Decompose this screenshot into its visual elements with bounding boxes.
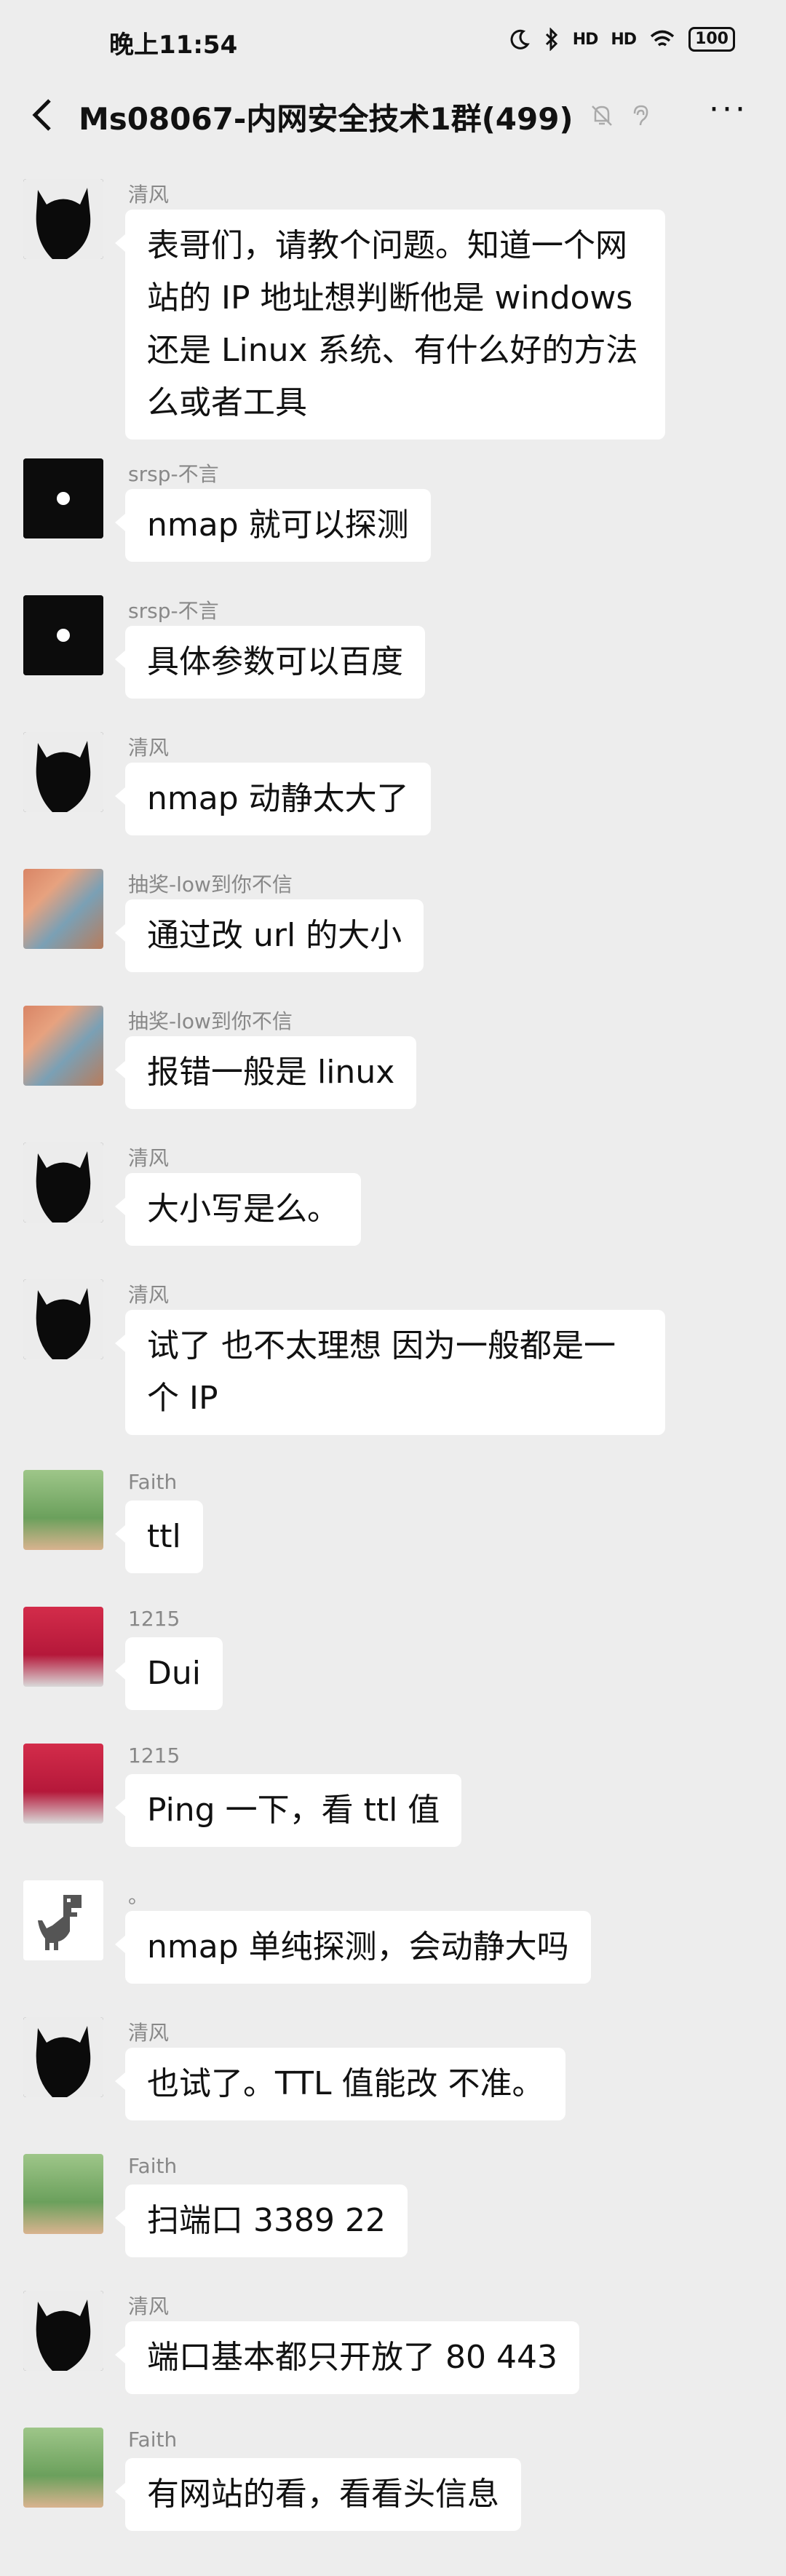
moon-icon [510, 29, 530, 49]
dark-dot-avatar[interactable] [23, 458, 103, 538]
message-bubble[interactable]: 大小写是么。 [115, 1173, 361, 1246]
ear-icon [633, 105, 648, 126]
signal-icon: HD [572, 30, 599, 49]
message-bubble[interactable]: 具体参数可以百度 [115, 626, 425, 699]
message-bubble[interactable]: nmap 单纯探测，会动静大吗 [115, 1911, 591, 1984]
sender-name: 清风 [128, 183, 170, 207]
back-arrow-icon[interactable] [25, 95, 61, 135]
message-bubble[interactable]: 端口基本都只开放了 80 443 [115, 2321, 579, 2394]
sender-name: 1215 [128, 1607, 180, 1631]
mute-bell-icon [592, 106, 612, 126]
red-avatar[interactable] [23, 1607, 103, 1687]
black-cat-avatar[interactable] [23, 732, 103, 812]
wifi-icon [650, 30, 675, 47]
sender-name: 清风 [128, 1146, 170, 1170]
message-bubble[interactable]: nmap 就可以探测 [115, 489, 431, 562]
sender-name: srsp-不言 [128, 599, 219, 623]
sender-name: 清风 [128, 2294, 170, 2318]
sender-name: Faith [128, 1470, 178, 1494]
black-cat-avatar[interactable] [23, 2291, 103, 2371]
status-bar: 晚上11:54 HD HD 100 [0, 0, 786, 86]
status-icons: HD HD 100 [509, 25, 735, 54]
message-bubble[interactable]: 报错一般是 linux [114, 1036, 417, 1109]
baby-avatar[interactable] [23, 1470, 103, 1550]
sender-name: Faith [128, 2154, 178, 2178]
black-cat-avatar[interactable] [23, 1279, 103, 1359]
bluetooth-icon [545, 28, 557, 51]
anime-avatar[interactable] [23, 1006, 103, 1086]
message-bubble[interactable]: 试了 也不太理想 因为一般都是一 个 IP [115, 1310, 665, 1435]
black-cat-avatar[interactable] [23, 2017, 103, 2097]
sender-name: 抽奖-low到你不信 [128, 1009, 293, 1033]
baby-avatar[interactable] [23, 2154, 103, 2234]
sender-name: 抽奖-low到你不信 [128, 872, 293, 897]
baby-avatar[interactable] [23, 2428, 103, 2508]
signal-icon-2: HD [611, 30, 637, 49]
chat-header: Ms08067-内网安全技术1群(499) ··· [0, 86, 786, 144]
dark-dot-avatar[interactable] [23, 595, 103, 675]
sender-name: 1215 [128, 1744, 180, 1768]
message-bubble[interactable]: 也试了。TTL 值能改 不准。 [114, 2048, 566, 2120]
sender-name: 清风 [128, 1283, 170, 1307]
message-bubble[interactable]: 扫端口 3389 22 [115, 2185, 408, 2257]
sender-name: srsp-不言 [128, 462, 219, 486]
more-options-icon[interactable]: ··· [709, 94, 753, 128]
sender-name: Faith [128, 2428, 178, 2452]
status-time: 晚上11:54 [109, 31, 238, 60]
message-bubble[interactable]: Ping 一下，看 ttl 值 [114, 1774, 462, 1847]
sender-name: 清风 [128, 2021, 170, 2045]
message-bubble[interactable]: Dui [115, 1637, 223, 1710]
chat-title: Ms08067-内网安全技术1群(499) [79, 101, 573, 137]
message-bubble[interactable]: ttl [115, 1500, 203, 1573]
message-bubble[interactable]: 通过改 url 的大小 [114, 899, 424, 972]
sender-name: 清风 [128, 736, 170, 760]
black-cat-avatar[interactable] [23, 179, 103, 259]
message-bubble[interactable]: nmap 动静太大了 [115, 763, 431, 835]
red-avatar[interactable] [23, 1744, 103, 1824]
message-bubble[interactable]: 有网站的看，看看头信息 [115, 2458, 521, 2531]
battery-icon: 100 [688, 27, 735, 52]
black-cat-avatar[interactable] [23, 1142, 103, 1223]
message-bubble[interactable]: 表哥们，请教个问题。知道一个网 站的 IP 地址想判断他是 windows 还是… [115, 210, 665, 440]
dino-avatar[interactable] [23, 1880, 103, 1960]
anime-avatar[interactable] [23, 869, 103, 949]
sender-name: 。 [128, 1884, 149, 1908]
